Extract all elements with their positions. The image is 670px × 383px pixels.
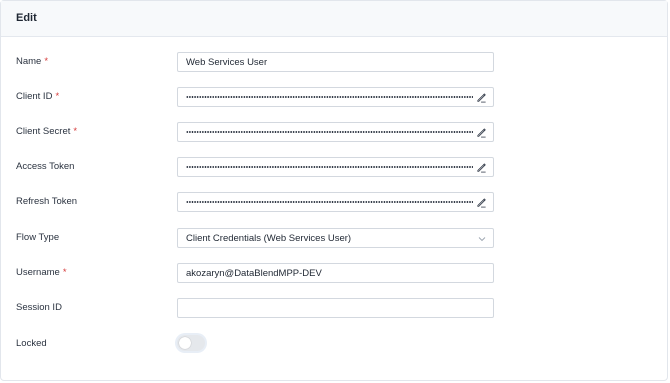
required-marker: *	[44, 56, 49, 67]
edit-panel: Edit Name * Web Services User Client ID * …	[0, 0, 668, 381]
flow-type-select[interactable]: Client Credentials (Web Services User)	[177, 228, 494, 248]
session-id-label: Session ID	[16, 302, 62, 313]
client-secret-label-text: Client Secret	[16, 126, 71, 137]
masked-value	[186, 201, 473, 203]
chevron-down-icon	[478, 237, 486, 242]
session-id-input[interactable]	[177, 298, 494, 318]
access-token-row: Access Token	[1, 157, 667, 177]
name-input-value: Web Services User	[186, 57, 268, 68]
client-id-input[interactable]	[177, 87, 494, 107]
pencil-icon[interactable]	[476, 92, 487, 103]
refresh-token-input[interactable]	[177, 192, 494, 212]
refresh-token-row: Refresh Token	[1, 192, 667, 212]
flow-type-selected-value: Client Credentials (Web Services User)	[186, 233, 352, 244]
name-label: Name *	[16, 56, 48, 67]
username-input-value: akozaryn@DataBlendMPP-DEV	[186, 268, 322, 279]
access-token-label: Access Token	[16, 161, 75, 172]
locked-toggle[interactable]	[177, 335, 205, 351]
username-label-text: Username	[16, 267, 60, 278]
name-label-text: Name	[16, 56, 42, 67]
flow-type-row: Flow Type Client Credentials (Web Servic…	[1, 228, 667, 248]
refresh-token-label: Refresh Token	[16, 196, 78, 207]
masked-value	[186, 166, 473, 168]
masked-value	[186, 131, 473, 133]
username-input[interactable]: akozaryn@DataBlendMPP-DEV	[177, 263, 494, 283]
pencil-icon[interactable]	[476, 127, 487, 138]
locked-row: Locked	[1, 335, 667, 355]
panel-title: Edit	[16, 12, 37, 24]
masked-value	[186, 96, 473, 98]
username-label: Username *	[16, 267, 67, 278]
client-secret-input[interactable]	[177, 122, 494, 142]
name-row: Name * Web Services User	[1, 52, 667, 72]
required-marker: *	[73, 126, 78, 137]
client-id-label-text: Client ID	[16, 91, 53, 102]
toggle-knob	[179, 337, 191, 349]
locked-label: Locked	[16, 338, 47, 349]
client-id-label: Client ID *	[16, 91, 59, 102]
client-secret-row: Client Secret *	[1, 122, 667, 142]
session-id-row: Session ID	[1, 298, 667, 318]
pencil-icon[interactable]	[476, 197, 487, 208]
client-id-row: Client ID *	[1, 87, 667, 107]
client-secret-label: Client Secret *	[16, 126, 77, 137]
flow-type-label: Flow Type	[16, 232, 60, 243]
required-marker: *	[62, 267, 67, 278]
required-marker: *	[55, 91, 60, 102]
pencil-icon[interactable]	[476, 162, 487, 173]
name-input[interactable]: Web Services User	[177, 52, 494, 72]
username-row: Username * akozaryn@DataBlendMPP-DEV	[1, 263, 667, 283]
access-token-input[interactable]	[177, 157, 494, 177]
panel-header: Edit	[1, 1, 667, 37]
